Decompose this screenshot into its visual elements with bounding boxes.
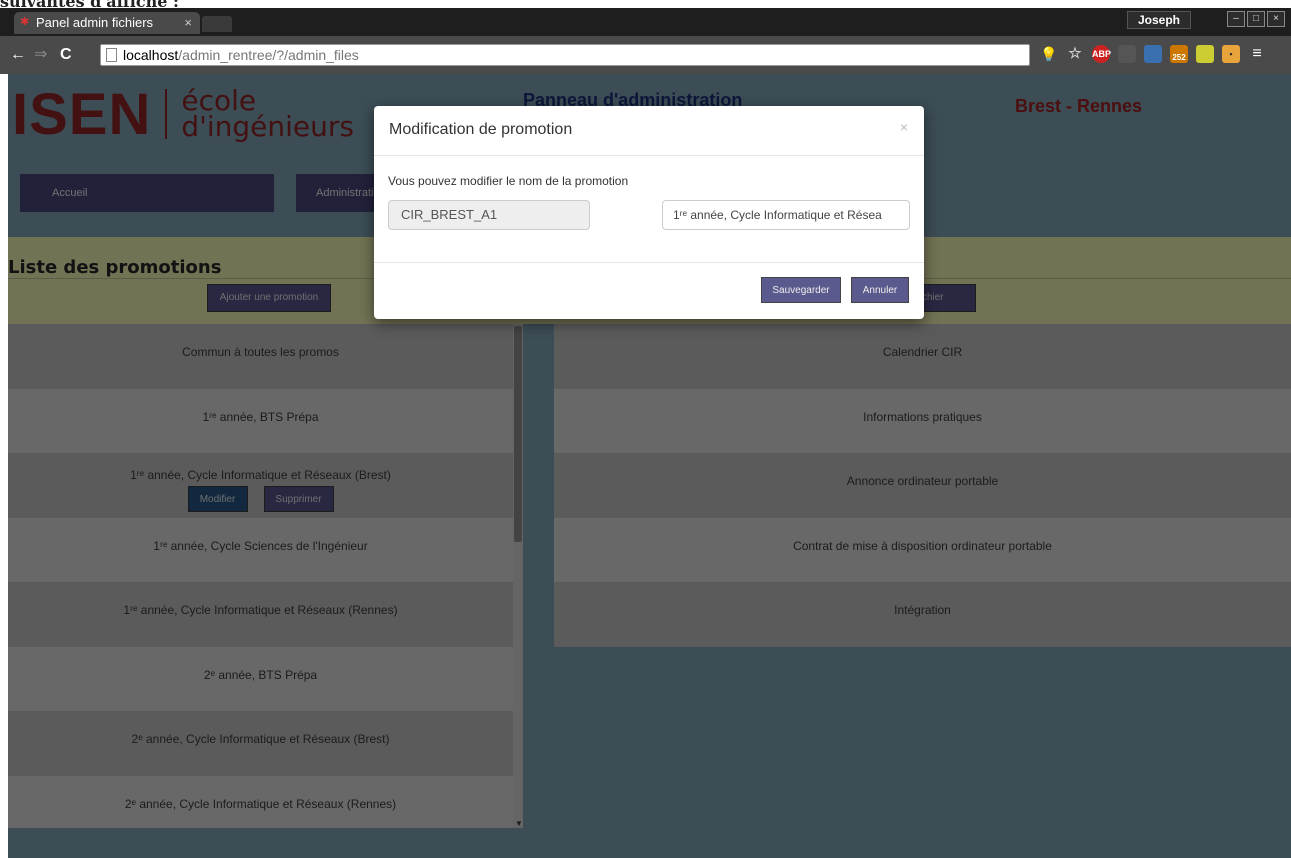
modal-header: Modification de promotion ×	[374, 106, 924, 156]
favicon-icon: ✱	[20, 16, 30, 28]
shield-icon[interactable]	[1196, 45, 1214, 63]
reload-icon[interactable]: C	[60, 46, 72, 64]
url-path: /admin_rentree/?/admin_files	[178, 47, 359, 63]
star-icon[interactable]: ☆	[1066, 45, 1084, 63]
face-icon[interactable]: ▪	[1222, 45, 1240, 63]
window-controls: – □ ×	[1227, 11, 1285, 27]
adblock-icon[interactable]: ABP	[1092, 45, 1111, 63]
promotion-name-input[interactable]: 1ʳᵉ année, Cycle Informatique et Résea	[662, 200, 910, 230]
extension-icon[interactable]	[1118, 45, 1136, 63]
extension-icons: 💡 ☆ ABP 252 ▪ ≡	[1040, 45, 1266, 63]
modal-footer: Sauvegarder Annuler	[374, 262, 924, 318]
forward-icon[interactable]: ⇒	[34, 46, 47, 64]
tab-title: Panel admin fichiers	[36, 15, 154, 30]
modal-body: Vous pouvez modifier le nom de la promot…	[374, 156, 924, 262]
profile-name[interactable]: Joseph	[1126, 11, 1191, 29]
address-bar[interactable]: localhost/admin_rentree/?/admin_files	[100, 44, 1030, 66]
new-tab-button[interactable]	[202, 16, 232, 32]
close-window-icon[interactable]: ×	[1267, 11, 1285, 27]
rss-icon[interactable]: 252	[1170, 45, 1188, 63]
close-icon[interactable]: ×	[900, 119, 908, 135]
edit-promotion-modal: Modification de promotion × Vous pouvez …	[374, 106, 924, 319]
browser-chrome: ✱ Panel admin fichiers × Joseph – □ × ← …	[0, 8, 1291, 74]
page-icon	[106, 48, 117, 62]
tab-close-icon[interactable]: ×	[184, 12, 192, 34]
modal-instruction: Vous pouvez modifier le nom de la promot…	[388, 174, 629, 188]
back-icon[interactable]: ←	[10, 46, 26, 64]
promotion-code-field: CIR_BREST_A1	[388, 200, 590, 230]
minimize-icon[interactable]: –	[1227, 11, 1245, 27]
save-button[interactable]: Sauvegarder	[761, 277, 841, 303]
browser-toolbar: ← ⇒ C localhost/admin_rentree/?/admin_fi…	[0, 36, 1291, 74]
menu-icon[interactable]: ≡	[1248, 45, 1266, 63]
browser-tab[interactable]: ✱ Panel admin fichiers ×	[14, 12, 200, 34]
url-host: localhost	[123, 47, 179, 63]
maximize-icon[interactable]: □	[1247, 11, 1265, 27]
modal-title: Modification de promotion	[389, 121, 573, 138]
ghost-icon[interactable]	[1144, 45, 1162, 63]
cancel-button[interactable]: Annuler	[851, 277, 909, 303]
lightbulb-icon[interactable]: 💡	[1040, 45, 1058, 63]
